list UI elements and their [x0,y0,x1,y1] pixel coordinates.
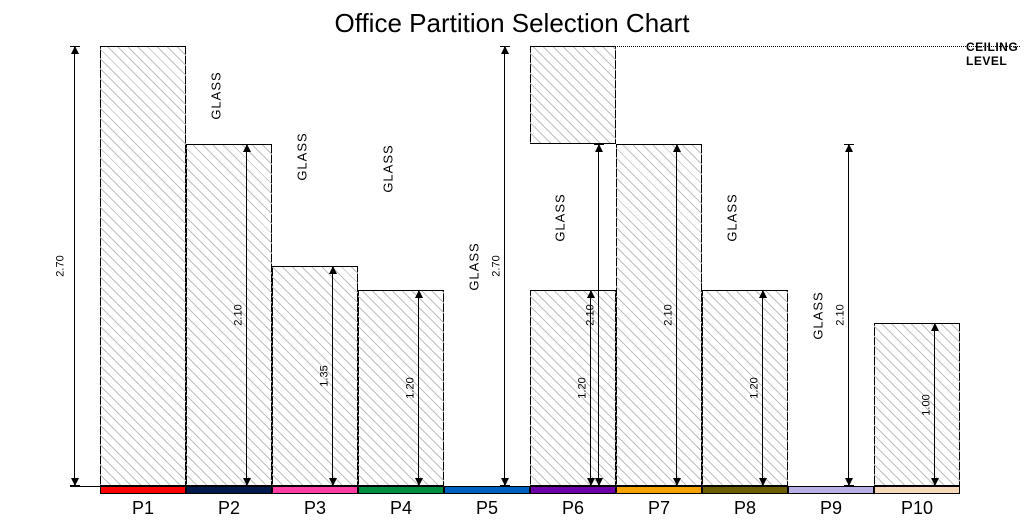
label-P2: P2 [186,498,272,519]
swatch-P10 [874,486,960,494]
swatch-P5 [444,486,530,494]
swatch-P8 [702,486,788,494]
partition-P6-dim1 [598,144,599,486]
partition-P4-glass-label: GLASS [381,145,396,193]
label-P7: P7 [616,498,702,519]
partition-P2-dim0-value: 2.10 [233,304,245,325]
partition-P5-dim0 [504,46,505,486]
label-P5: P5 [444,498,530,519]
partition-P9-dim0-value: 2.10 [835,304,847,325]
partition-P8-seg1-glass [702,144,788,291]
swatch-P1 [100,486,186,494]
partition-P8-glass-label: GLASS [725,193,740,241]
overall-dim-value: 2.70 [55,255,67,276]
swatch-P6 [530,486,616,494]
partition-P6-dim1-value: 2.10 [585,304,597,325]
partition-P6-dim0-value: 1.20 [577,378,589,399]
label-P6: P6 [530,498,616,519]
partition-P4-dim0-value: 1.20 [405,378,417,399]
partition-P3-seg1-glass [272,46,358,266]
swatch-P3 [272,486,358,494]
label-P9: P9 [788,498,874,519]
partition-P3-dim0 [332,266,333,486]
partition-P2-seg1-glass [186,46,272,144]
partition-P10-dim0-value: 1.00 [921,394,933,415]
partition-P5-seg0-glass [444,46,530,486]
partition-P6-seg2-hatch [530,46,616,144]
partition-P6-seg1-glass [530,144,616,291]
partition-P5-dim0-value: 2.70 [491,255,503,276]
partition-P10-dim0 [934,323,935,486]
partition-P4-seg0-hatch [358,290,444,486]
label-P3: P3 [272,498,358,519]
partition-P7-dim0 [676,144,677,486]
label-P10: P10 [874,498,960,519]
label-P1: P1 [100,498,186,519]
partition-P9-seg0-glass [788,144,874,486]
chart-title: Office Partition Selection Chart [0,8,1024,39]
swatch-P4 [358,486,444,494]
swatch-P9 [788,486,874,494]
partition-P3-glass-label: GLASS [295,132,310,180]
partition-P2-glass-label: GLASS [209,71,224,119]
partition-P2-dim0 [246,144,247,486]
label-P4: P4 [358,498,444,519]
partition-P5-glass-label: GLASS [467,242,482,290]
partition-P6-glass-label: GLASS [553,193,568,241]
partition-P7-dim0-value: 2.10 [663,304,675,325]
partition-P7-seg0-hatch [616,144,702,486]
swatch-P2 [186,486,272,494]
partition-P4-seg1-glass [358,46,444,290]
partition-P3-seg0-hatch [272,266,358,486]
partition-P6-seg0-hatch [530,290,616,486]
partition-P1-seg0-hatch [100,46,186,486]
swatch-P7 [616,486,702,494]
partition-P8-dim0-value: 1.20 [749,378,761,399]
overall-dim [74,46,75,486]
partition-P8-dim0 [762,290,763,486]
label-P8: P8 [702,498,788,519]
partition-P2-seg0-hatch [186,144,272,486]
partition-P8-seg0-hatch [702,290,788,486]
partition-P4-dim0 [418,290,419,486]
partition-P10-seg0-hatch [874,323,960,486]
ceiling-label: CEILING LEVEL [966,40,1024,68]
partition-P9-dim0 [848,144,849,486]
partition-P9-glass-label: GLASS [811,291,826,339]
partition-P3-dim0-value: 1.35 [319,365,331,386]
